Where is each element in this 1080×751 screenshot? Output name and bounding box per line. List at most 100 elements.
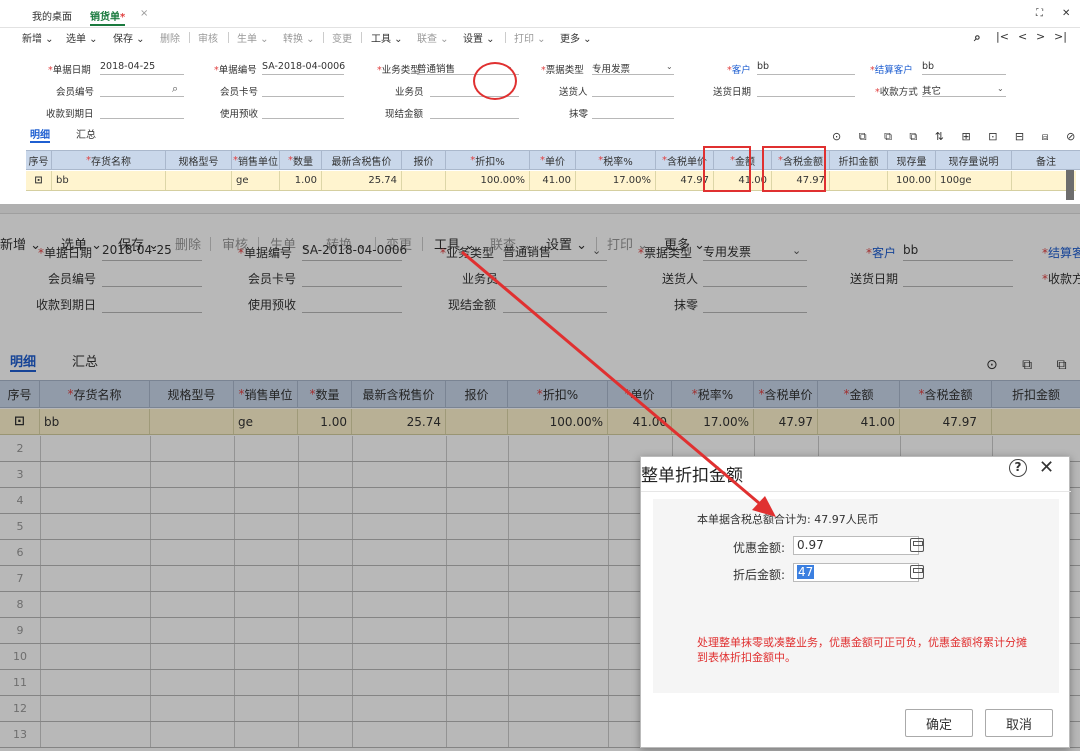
table-row[interactable]: ⊡ bb ge 1.00 25.74 100.00% 41.00 17.00% … bbox=[26, 171, 1076, 191]
tab-desktop[interactable]: 我的桌面 bbox=[32, 8, 72, 26]
invtype-label: *票据类型 bbox=[541, 65, 584, 76]
deliver-field[interactable] bbox=[592, 83, 674, 97]
scrollbar[interactable] bbox=[1066, 170, 1074, 200]
divider bbox=[361, 32, 362, 43]
tab-sales-order[interactable]: 销货单* bbox=[90, 8, 126, 26]
close-window-icon[interactable]: ✕ bbox=[1062, 8, 1070, 26]
cell-last-price[interactable]: 25.74 bbox=[322, 171, 402, 190]
col-stock-note: 现存量说明 bbox=[936, 151, 1012, 169]
cash-label: 现结金额 bbox=[385, 109, 424, 120]
col-name: * 存货名称 bbox=[52, 151, 166, 169]
deliver-label: 送货人 bbox=[559, 87, 588, 98]
card-field[interactable] bbox=[262, 83, 344, 97]
card-label: 会员卡号 bbox=[220, 87, 259, 98]
next-record-icon[interactable]: > bbox=[1036, 30, 1045, 43]
first-record-icon[interactable]: |< bbox=[996, 30, 1009, 43]
tab-detail[interactable]: 明细 bbox=[30, 126, 50, 143]
cash-field[interactable] bbox=[430, 105, 519, 119]
row-menu-icon[interactable]: ⊡ bbox=[26, 171, 52, 190]
col-spec: 规格型号 bbox=[166, 151, 232, 169]
payment-label: *收款方式 bbox=[875, 87, 918, 98]
rounding-field[interactable] bbox=[592, 105, 674, 119]
code-field[interactable]: SA-2018-04-0006 bbox=[262, 61, 345, 75]
annotation-circle bbox=[473, 62, 517, 100]
table-header: 序号 * 存货名称 规格型号 * 销售单位 * 数量 最新含税售价 报价 * 折扣% *… bbox=[26, 150, 1080, 170]
cell-discount[interactable]: 100.00% bbox=[446, 171, 530, 190]
payment-select[interactable]: 其它 bbox=[922, 83, 1006, 97]
divider bbox=[189, 32, 190, 43]
deliverdate-label: 送货日期 bbox=[713, 87, 752, 98]
tab-summary[interactable]: 汇总 bbox=[76, 126, 96, 141]
cell-qty[interactable]: 1.00 bbox=[280, 171, 322, 190]
col-tax: * 税率% bbox=[576, 151, 656, 169]
tab-sales-label: 销货单 bbox=[90, 12, 120, 23]
tools-button[interactable]: 工具 ⌄ bbox=[371, 30, 403, 45]
col-seq: 序号 bbox=[26, 151, 52, 169]
select-button[interactable]: 选单 ⌄ bbox=[66, 30, 98, 45]
chevron-down-icon: ⌄ bbox=[997, 84, 1004, 93]
prepay-field[interactable] bbox=[262, 105, 344, 119]
divider bbox=[505, 32, 506, 43]
convert-button[interactable]: 转换 ⌄ bbox=[283, 30, 315, 45]
invtype-select[interactable]: 专用发票 bbox=[592, 61, 674, 75]
settle-field[interactable]: bb bbox=[922, 61, 1006, 75]
member-label: 会员编号 bbox=[56, 87, 95, 98]
code-label: *单据编号 bbox=[214, 65, 257, 76]
cell-stock[interactable]: 100.00 bbox=[888, 171, 936, 190]
search-icon[interactable]: ⌕ bbox=[974, 30, 981, 45]
col-unit: * 销售单位 bbox=[232, 151, 280, 169]
col-stock: 现存量 bbox=[888, 151, 936, 169]
cell-spec[interactable] bbox=[166, 171, 232, 190]
date-field[interactable]: 2018-04-25 bbox=[100, 61, 184, 75]
query-button[interactable]: 联查 ⌄ bbox=[417, 30, 449, 45]
top-screenshot: 我的桌面 销货单* × ⛶ ✕ 新增 ⌄ 选单 ⌄ 保存 ⌄ 删除 审核 生单 … bbox=[0, 0, 1080, 200]
customer-field[interactable]: bb bbox=[757, 61, 855, 75]
divider bbox=[323, 32, 324, 43]
deliverdate-field[interactable] bbox=[757, 83, 855, 97]
rounding-label: 抹零 bbox=[569, 109, 589, 120]
chevron-down-icon: ⌄ bbox=[666, 62, 673, 71]
cell-quote[interactable] bbox=[402, 171, 446, 190]
save-button[interactable]: 保存 ⌄ bbox=[113, 30, 145, 45]
col-discount: * 折扣% bbox=[446, 151, 530, 169]
grid-tools-icons[interactable]: ⊙ ⧉ ⧉ ⧉ ⇅ ⊞ ⊡ ⊟ ⧈ ⊘ ⌂ ⛶ bbox=[832, 130, 1080, 144]
tab-bar: 我的桌面 销货单* × ⛶ ✕ bbox=[0, 0, 1080, 28]
biztype-label: *业务类型 bbox=[377, 65, 420, 76]
annotation-box-tax-amount bbox=[762, 146, 826, 192]
col-last-price: 最新含税售价 bbox=[322, 151, 402, 169]
last-record-icon[interactable]: >| bbox=[1054, 30, 1067, 43]
divider bbox=[228, 32, 229, 43]
cell-tax[interactable]: 17.00% bbox=[576, 171, 656, 190]
prev-record-icon[interactable]: < bbox=[1018, 30, 1027, 43]
col-qty: * 数量 bbox=[280, 151, 322, 169]
annotation-arrow bbox=[461, 250, 776, 517]
cell-stock-note[interactable]: 100ge bbox=[936, 171, 1012, 190]
settle-label: *结算客户 bbox=[870, 65, 913, 76]
generate-button[interactable]: 生单 ⌄ bbox=[237, 30, 269, 45]
cell-name[interactable]: bb bbox=[52, 171, 166, 190]
unsaved-mark: * bbox=[120, 12, 126, 23]
change-button[interactable]: 变更 bbox=[332, 30, 352, 45]
close-tab-icon[interactable]: × bbox=[140, 8, 148, 26]
cell-unit[interactable]: ge bbox=[232, 171, 280, 190]
search-icon[interactable]: ⌕ bbox=[172, 82, 178, 96]
arrow-line bbox=[461, 250, 767, 511]
col-price: * 单价 bbox=[530, 151, 576, 169]
more-button[interactable]: 更多 ⌄ bbox=[560, 30, 592, 45]
settings-button[interactable]: 设置 ⌄ bbox=[463, 30, 495, 45]
date-label: *单据日期 bbox=[48, 65, 91, 76]
bottom-screenshot: 新增 ⌄ 选单 ⌄ 保存 ⌄ 删除 审核 生单 ⌄ 转换 ⌄ 变更 工具 ⌄ 联… bbox=[0, 204, 1080, 751]
cell-discount-amount[interactable] bbox=[830, 171, 888, 190]
col-quote: 报价 bbox=[402, 151, 446, 169]
duedate-label: 收款到期日 bbox=[46, 109, 94, 120]
audit-button[interactable]: 审核 bbox=[198, 30, 218, 45]
duedate-field[interactable] bbox=[100, 105, 184, 119]
delete-button[interactable]: 删除 bbox=[160, 30, 180, 45]
annotation-box-amount bbox=[703, 146, 751, 192]
print-button[interactable]: 打印 ⌄ bbox=[514, 30, 546, 45]
add-button[interactable]: 新增 ⌄ bbox=[22, 30, 54, 45]
cell-price[interactable]: 41.00 bbox=[530, 171, 576, 190]
col-remark: 备注 bbox=[1036, 156, 1056, 168]
restore-icon[interactable]: ⛶ bbox=[1036, 8, 1043, 26]
col-discount-amount: 折扣金额 bbox=[830, 151, 888, 169]
